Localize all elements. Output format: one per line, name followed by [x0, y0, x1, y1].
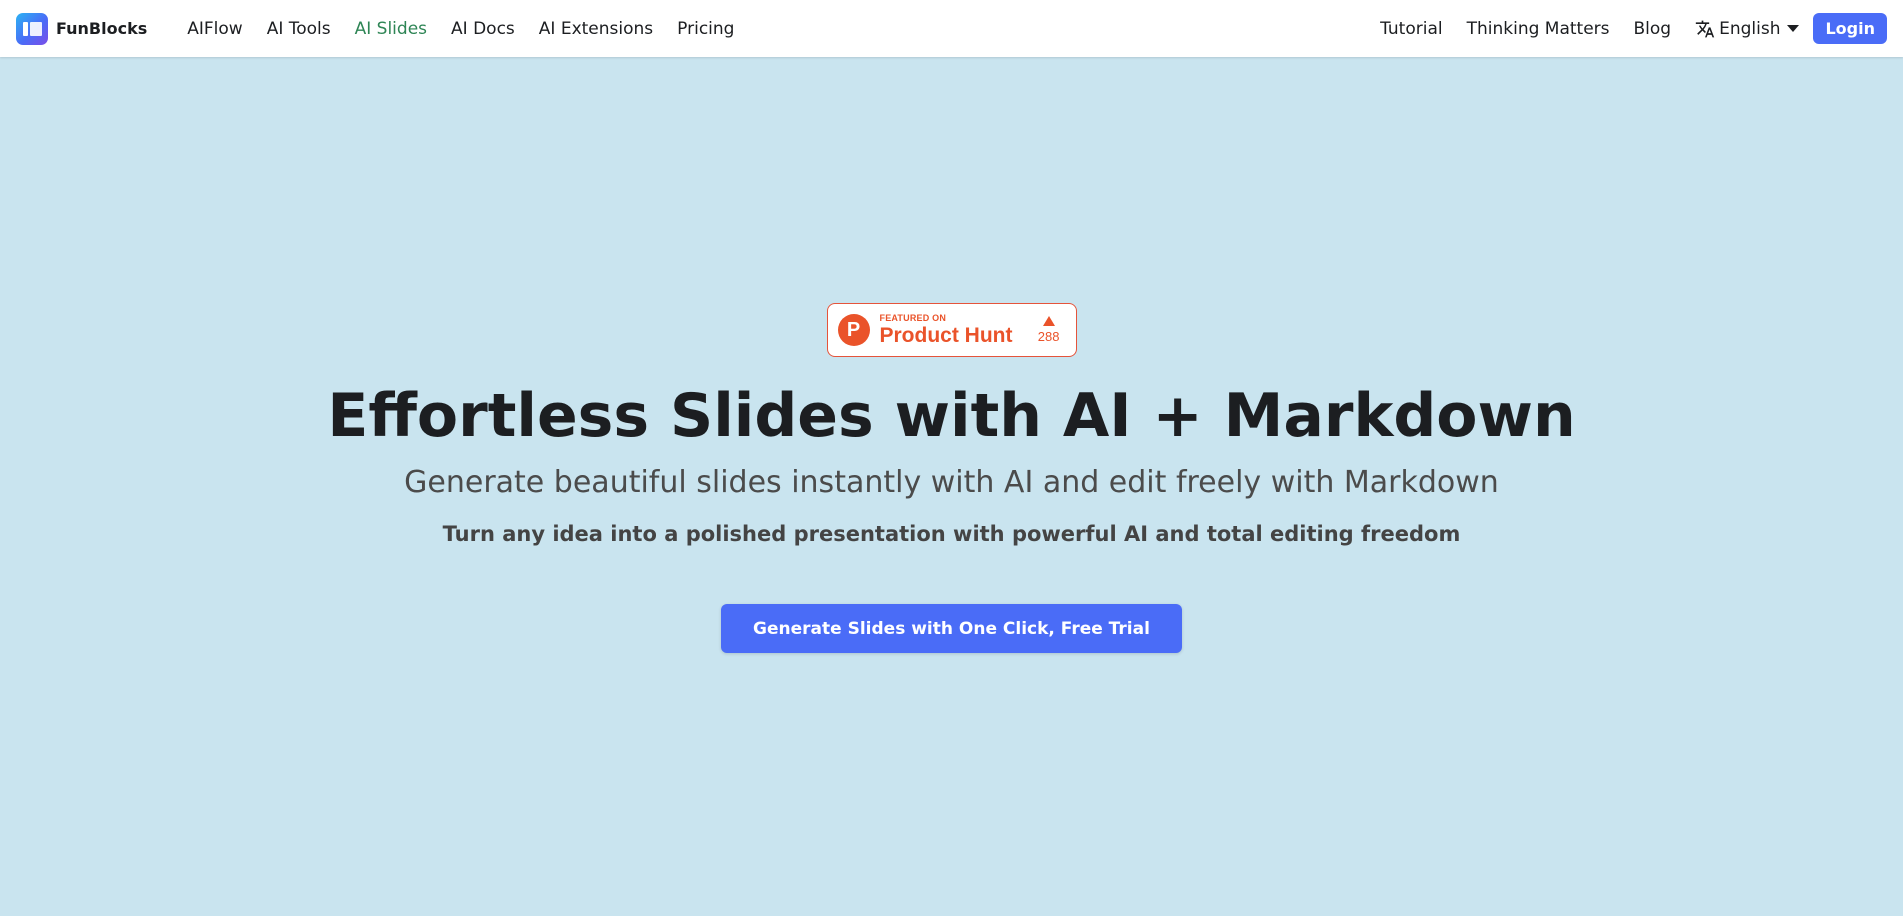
nav-aiflow[interactable]: AIFlow	[175, 19, 254, 39]
hero-description: Turn any idea into a polished presentati…	[442, 522, 1461, 546]
login-button[interactable]: Login	[1813, 13, 1887, 44]
hero-section: P FEATURED ON Product Hunt 288 Effortles…	[0, 57, 1903, 916]
nav-ai-slides[interactable]: AI Slides	[343, 19, 439, 39]
nav-pricing[interactable]: Pricing	[665, 19, 746, 39]
secondary-nav: Tutorial Thinking Matters Blog English L…	[1368, 13, 1887, 44]
upvote-triangle-icon	[1042, 316, 1055, 326]
chevron-down-icon	[1787, 25, 1800, 32]
funblocks-logo-icon	[16, 12, 48, 45]
product-hunt-text: FEATURED ON Product Hunt	[879, 313, 1013, 347]
nav-ai-extensions[interactable]: AI Extensions	[527, 19, 665, 39]
product-hunt-badge[interactable]: P FEATURED ON Product Hunt 288	[826, 303, 1077, 357]
top-navbar: FunBlocks AIFlow AI Tools AI Slides AI D…	[0, 0, 1903, 57]
featured-on-label: FEATURED ON	[879, 313, 947, 323]
product-hunt-logo-icon: P	[837, 314, 870, 346]
brand-name: FunBlocks	[56, 19, 148, 38]
language-dropdown[interactable]: English	[1683, 19, 1811, 39]
vote-count: 288	[1037, 329, 1060, 344]
nav-ai-tools[interactable]: AI Tools	[255, 19, 343, 39]
language-label: English	[1719, 18, 1781, 39]
nav-tutorial[interactable]: Tutorial	[1368, 19, 1455, 39]
upvote-count: 288	[1038, 316, 1066, 344]
translate-icon	[1695, 20, 1715, 37]
nav-ai-docs[interactable]: AI Docs	[439, 19, 527, 39]
nav-blog[interactable]: Blog	[1622, 19, 1684, 39]
nav-thinking-matters[interactable]: Thinking Matters	[1455, 19, 1622, 39]
brand-link[interactable]: FunBlocks	[16, 12, 148, 45]
primary-nav: AIFlow AI Tools AI Slides AI Docs AI Ext…	[175, 19, 746, 39]
generate-slides-button[interactable]: Generate Slides with One Click, Free Tri…	[721, 604, 1182, 653]
hero-subtitle: Generate beautiful slides instantly with…	[404, 465, 1499, 500]
product-hunt-name: Product Hunt	[879, 324, 1013, 347]
hero-title: Effortless Slides with AI + Markdown	[327, 381, 1576, 451]
